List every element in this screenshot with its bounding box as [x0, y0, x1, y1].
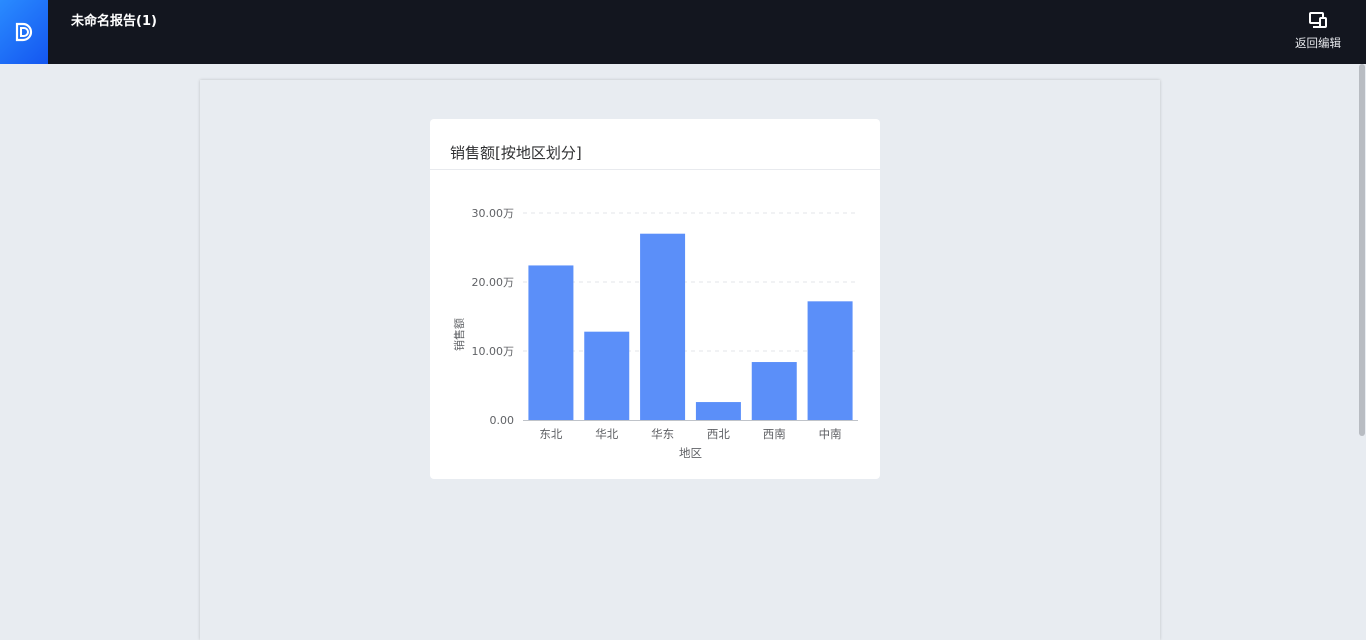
- report-page: 销售额[按地区划分] 0.00 10.00万 20.00万 30.00万东北 华北 华东 西…: [200, 80, 1160, 640]
- bar-chart: 0.00 10.00万 20.00万 30.00万东北 华北 华东 西北 西南 中南地区 销售额: [452, 207, 858, 460]
- y-axis-title: 销售额: [452, 318, 466, 351]
- bar: [528, 265, 574, 420]
- x-tick-label: 华北: [595, 427, 618, 441]
- y-tick-label: 30.00万: [472, 207, 515, 220]
- vertical-scrollbar[interactable]: [1358, 64, 1366, 588]
- report-title: 未命名报告(1): [71, 14, 157, 29]
- report-canvas: 销售额[按地区划分] 0.00 10.00万 20.00万 30.00万东北 华北 华东 西…: [0, 64, 1358, 640]
- x-tick-label: 中南: [819, 427, 842, 441]
- x-tick-label: 西南: [763, 427, 786, 441]
- logo[interactable]: [0, 0, 48, 64]
- x-tick-label: 华东: [651, 427, 674, 441]
- bar: [640, 233, 686, 420]
- y-tick-label: 20.00万: [472, 276, 515, 289]
- y-tick-label: 0.00: [490, 414, 515, 427]
- bar: [695, 402, 741, 420]
- x-tick-label: 东北: [539, 427, 562, 441]
- scrollbar-thumb[interactable]: [1359, 64, 1365, 436]
- logo-icon: [15, 22, 33, 42]
- back-to-edit-button[interactable]: 返回编辑: [1288, 12, 1348, 56]
- bar: [807, 301, 853, 420]
- top-bar: 未命名报告(1) 返回编辑: [0, 0, 1366, 64]
- chart-title: 销售额[按地区划分]: [450, 144, 582, 162]
- bar: [751, 362, 797, 420]
- x-tick-label: 西北: [707, 427, 730, 441]
- y-tick-label: 10.00万: [472, 345, 515, 358]
- monitor-icon: [1309, 12, 1327, 28]
- chart-card[interactable]: 销售额[按地区划分] 0.00 10.00万 20.00万 30.00万东北 华北 华东 西…: [430, 119, 880, 479]
- x-axis-title: 地区: [679, 446, 702, 460]
- chart-card-header: 销售额[按地区划分]: [430, 119, 880, 170]
- back-to-edit-label: 返回编辑: [1295, 36, 1341, 50]
- bar: [584, 331, 630, 420]
